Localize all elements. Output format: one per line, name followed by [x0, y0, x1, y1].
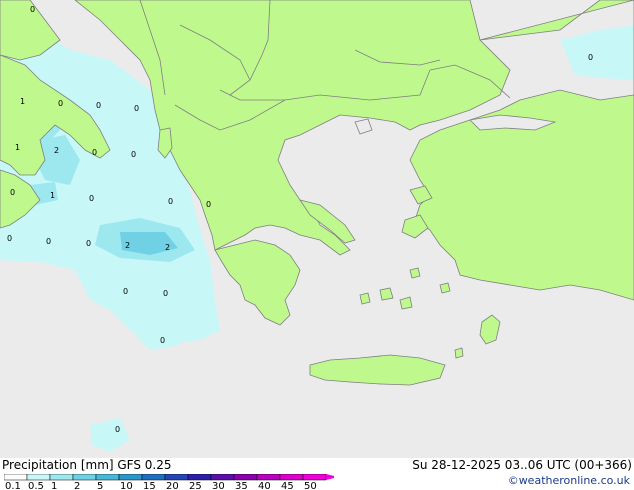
legend-label: 15 — [143, 481, 156, 490]
legend-label: 25 — [189, 481, 202, 490]
precip-label: 0 — [115, 425, 120, 434]
legend-label: 0.1 — [5, 481, 21, 490]
precipitation-map: 0 1 0 0 0 1 2 0 0 0 1 0 0 0 0 0 2 2 0 0 … — [0, 0, 634, 458]
legend-swatch — [72, 474, 97, 481]
precip-label: 0 — [86, 239, 91, 248]
map-title: Precipitation [mm] GFS 0.25 — [2, 458, 172, 472]
precip-label: 0 — [131, 150, 136, 159]
legend-label: 5 — [97, 481, 103, 490]
precip-label: 0 — [96, 101, 101, 110]
map-footer: Precipitation [mm] GFS 0.25 Su 28-12-202… — [0, 458, 634, 490]
precip-label: 2 — [165, 243, 170, 252]
legend-label: 30 — [212, 481, 225, 490]
legend-swatch — [302, 474, 327, 481]
precip-label: 0 — [92, 148, 97, 157]
precip-label: 1 — [15, 143, 20, 152]
legend-swatch — [187, 474, 212, 481]
precip-label: 0 — [123, 287, 128, 296]
legend-swatch — [164, 474, 189, 481]
legend-label: 20 — [166, 481, 179, 490]
legend-label: 2 — [74, 481, 80, 490]
forecast-datetime: Su 28-12-2025 03..06 UTC (00+366) — [412, 458, 632, 472]
precip-label: 0 — [30, 5, 35, 14]
legend-swatch — [95, 474, 120, 481]
precip-label: 0 — [46, 237, 51, 246]
legend-swatch — [26, 474, 51, 481]
precip-label: 1 — [50, 191, 55, 200]
legend-label: 10 — [120, 481, 133, 490]
legend-swatch — [118, 474, 143, 481]
legend-swatch — [49, 474, 74, 481]
precip-label: 2 — [54, 146, 59, 155]
legend-swatch — [256, 474, 281, 481]
precip-label: 0 — [163, 289, 168, 298]
legend-swatch — [233, 474, 258, 481]
precipitation-legend: 0.1 0.5 1 2 5 10 15 20 25 30 35 40 45 50 — [4, 474, 334, 490]
precip-label: 0 — [58, 99, 63, 108]
legend-label: 0.5 — [28, 481, 44, 490]
legend-label: 35 — [235, 481, 248, 490]
credit-link[interactable]: ©weatheronline.co.uk — [508, 474, 630, 487]
precip-label: 0 — [206, 200, 211, 209]
precip-label: 0 — [588, 53, 593, 62]
precip-label: 0 — [10, 188, 15, 197]
legend-swatch — [141, 474, 166, 481]
legend-swatch — [279, 474, 304, 481]
legend-arrow — [326, 474, 334, 480]
legend-swatch — [4, 474, 28, 481]
precip-label: 0 — [134, 104, 139, 113]
precip-label: 0 — [89, 194, 94, 203]
precip-label: 0 — [168, 197, 173, 206]
precip-label: 0 — [160, 336, 165, 345]
legend-label: 1 — [51, 481, 57, 490]
precip-label: 2 — [125, 241, 130, 250]
legend-swatch — [210, 474, 235, 481]
precip-label: 1 — [20, 97, 25, 106]
precip-label: 0 — [7, 234, 12, 243]
legend-label: 50 — [304, 481, 317, 490]
legend-label: 45 — [281, 481, 294, 490]
legend-label: 40 — [258, 481, 271, 490]
